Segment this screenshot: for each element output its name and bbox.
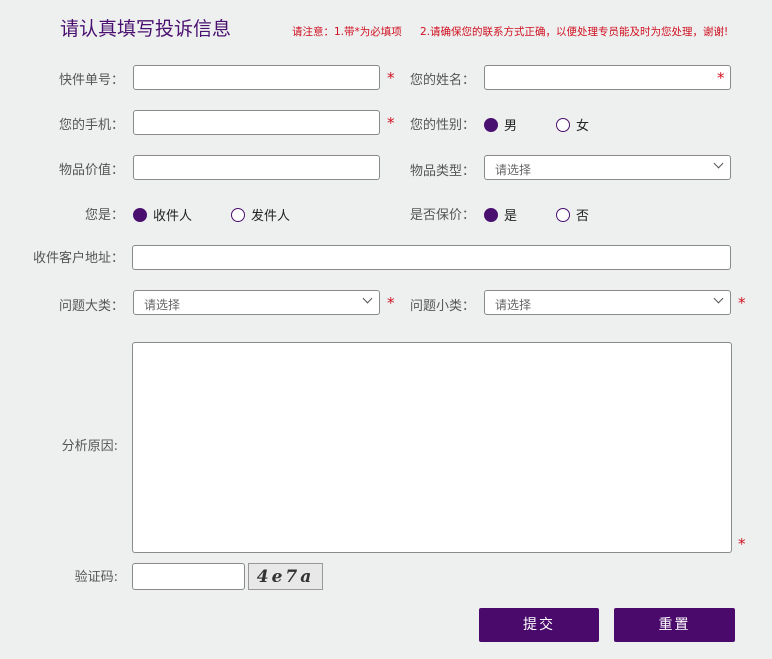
tracking-number-input[interactable]	[133, 65, 380, 90]
address-input[interactable]	[132, 245, 731, 270]
role-label: 您是：	[84, 208, 124, 223]
gender-label: 您的性别：	[409, 118, 475, 133]
insured-no-label: 否	[576, 209, 590, 224]
required-mark: *	[387, 114, 395, 132]
phone-input[interactable]	[133, 110, 380, 135]
chevron-down-icon	[362, 293, 373, 304]
issue-major-select[interactable]: 请选择	[133, 290, 380, 315]
gender-female-radio[interactable]: 女	[556, 115, 589, 134]
issue-major-label: 问题大类：	[58, 299, 124, 314]
phone-label: 您的手机：	[58, 118, 124, 133]
item-type-label: 物品类型：	[409, 164, 475, 179]
issue-minor-value: 请选择	[495, 298, 532, 312]
reason-label: 分析原因:	[61, 439, 118, 454]
reset-button[interactable]: 重置	[614, 608, 735, 642]
notice-contact: 2.请确保您的联系方式正确，以便处理专员能及时为您处理，谢谢!	[420, 26, 729, 38]
radio-selected-icon	[133, 207, 147, 222]
radio-unselected-icon	[556, 207, 570, 222]
name-input[interactable]	[484, 65, 731, 90]
required-mark: *	[387, 294, 395, 312]
insured-label: 是否保价：	[409, 208, 475, 223]
radio-unselected-icon	[231, 207, 245, 222]
insured-yes-label: 是	[504, 209, 518, 224]
tracking-number-label: 快件单号：	[58, 73, 124, 88]
role-receiver-label: 收件人	[153, 209, 193, 224]
required-mark: *	[387, 69, 395, 87]
gender-female-label: 女	[576, 119, 590, 134]
item-type-select[interactable]: 请选择	[484, 155, 731, 180]
role-sender-label: 发件人	[251, 209, 291, 224]
role-sender-radio[interactable]: 发件人	[231, 205, 290, 224]
insured-yes-radio[interactable]: 是	[484, 205, 517, 224]
radio-unselected-icon	[556, 117, 570, 132]
address-label: 收件客户地址：	[32, 251, 124, 266]
item-value-input[interactable]	[133, 155, 380, 180]
required-mark: *	[717, 69, 725, 87]
chevron-down-icon	[713, 158, 724, 169]
role-receiver-radio[interactable]: 收件人	[133, 205, 192, 224]
item-type-value: 请选择	[495, 163, 532, 177]
captcha-label: 验证码:	[74, 570, 118, 585]
submit-button[interactable]: 提交	[479, 608, 599, 642]
required-mark: *	[738, 294, 746, 312]
issue-minor-label: 问题小类：	[409, 299, 475, 314]
issue-minor-select[interactable]: 请选择	[484, 290, 731, 315]
issue-major-value: 请选择	[144, 298, 181, 312]
name-label: 您的姓名：	[409, 73, 475, 88]
chevron-down-icon	[713, 293, 724, 304]
captcha-input[interactable]	[132, 563, 245, 590]
gender-male-radio[interactable]: 男	[484, 115, 517, 134]
required-mark: *	[738, 535, 746, 553]
radio-selected-icon	[484, 207, 498, 222]
page-title: 请认真填写投诉信息	[60, 18, 232, 40]
insured-no-radio[interactable]: 否	[556, 205, 589, 224]
item-value-label: 物品价值：	[58, 163, 124, 178]
radio-selected-icon	[484, 117, 498, 132]
notice-required: 请注意：1.带*为必填项	[292, 26, 402, 38]
gender-male-label: 男	[504, 119, 518, 134]
reason-textarea[interactable]	[132, 342, 732, 553]
captcha-image[interactable]: 4e7a	[248, 563, 323, 590]
